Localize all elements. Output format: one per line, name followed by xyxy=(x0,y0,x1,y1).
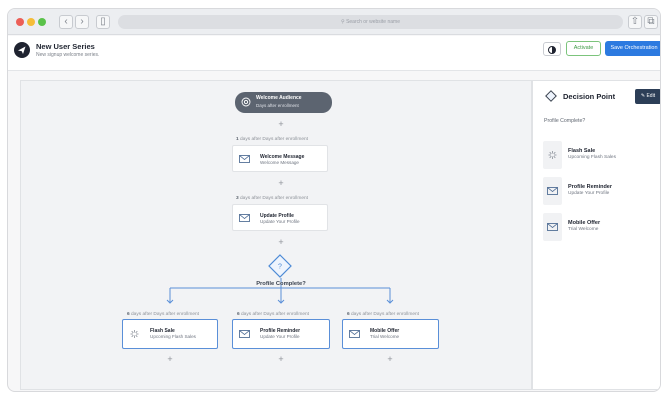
activate-button[interactable]: Activate xyxy=(566,41,601,56)
branch-icon-box xyxy=(543,213,562,241)
forward-arrow-icon[interactable]: › xyxy=(75,15,89,29)
tabs-icon[interactable]: ⧉ xyxy=(644,15,658,29)
browser-window: ‹ › ▯ ⚲ Search or website name ⇧ ⧉ New U… xyxy=(7,8,661,392)
close-window-button[interactable] xyxy=(16,18,24,26)
share-icon[interactable]: ⇧ xyxy=(628,15,642,29)
flow-canvas[interactable]: Welcome Audience Days after enrollment +… xyxy=(20,80,532,390)
branch-card-flash-sale[interactable]: Flash Sale Upcoming Flash Sales xyxy=(122,319,218,349)
branch-subtitle: Update Your Profile xyxy=(568,191,610,196)
add-step-button[interactable]: + xyxy=(276,354,286,364)
branch-icon-box xyxy=(543,177,562,205)
add-step-button[interactable]: + xyxy=(276,178,286,188)
decision-point-node[interactable]: ? xyxy=(268,254,292,278)
branch-delay-label: 6 days after Days after enrollment xyxy=(127,312,200,317)
page-subtitle: New signup welcome series. xyxy=(36,52,100,58)
send-logo-icon xyxy=(14,42,30,58)
panel-branch-item[interactable]: Profile Reminder Update Your Profile xyxy=(543,177,655,205)
branch-subtitle: Update Your Profile xyxy=(260,334,300,339)
step-delay-label: 3 days after Days after enrollment xyxy=(236,196,309,201)
envelope-icon xyxy=(239,213,250,222)
app-header: New User Series New signup welcome serie… xyxy=(8,36,660,71)
envelope-icon xyxy=(239,330,250,338)
branch-icon-box xyxy=(543,141,562,169)
start-node-title: Welcome Audience xyxy=(256,95,302,101)
branch-title: Profile Reminder xyxy=(568,184,613,190)
save-orchestration-button[interactable]: Save Orchestration xyxy=(605,41,660,56)
branch-title: Mobile Offer xyxy=(568,220,601,226)
add-step-button[interactable]: + xyxy=(385,354,395,364)
decision-symbol: ? xyxy=(278,264,282,271)
sidebar-toggle-icon[interactable]: ▯ xyxy=(96,15,110,29)
branch-subtitle: Trial Welcome xyxy=(568,227,599,232)
step-card-update-profile[interactable]: Update Profile Update Your Profile xyxy=(232,204,328,231)
step-subtitle: Welcome Message xyxy=(260,160,299,165)
minimize-window-button[interactable] xyxy=(27,18,35,26)
theme-toggle-button[interactable] xyxy=(543,42,561,56)
back-arrow-icon[interactable]: ‹ xyxy=(59,15,73,29)
browser-toolbar: ‹ › ▯ ⚲ Search or website name ⇧ ⧉ xyxy=(8,9,660,35)
loading-spinner-icon xyxy=(130,330,139,338)
step-subtitle: Update Your Profile xyxy=(260,219,300,224)
envelope-icon xyxy=(547,187,558,195)
branch-subtitle: Upcoming Flash Sales xyxy=(568,155,616,160)
decision-diamond-icon xyxy=(545,90,557,102)
contrast-icon xyxy=(548,46,556,54)
start-node-welcome-audience[interactable]: Welcome Audience Days after enrollment xyxy=(235,92,332,113)
maximize-window-button[interactable] xyxy=(38,18,46,26)
decision-diamond-icon: ? xyxy=(268,254,292,278)
panel-title: Decision Point xyxy=(563,92,616,101)
add-step-button[interactable]: + xyxy=(276,119,286,129)
step-delay-label: 1 days after Days after enrollment xyxy=(236,137,309,142)
start-node-subtitle: Days after enrollment xyxy=(256,103,299,108)
branch-subtitle: Upcoming Flash Sales xyxy=(150,334,196,339)
branch-delay-label: 6 days after Days after enrollment xyxy=(347,312,420,317)
panel-branch-item[interactable]: Flash Sale Upcoming Flash Sales xyxy=(543,141,655,169)
envelope-icon xyxy=(547,223,558,231)
add-step-button[interactable]: + xyxy=(165,354,175,364)
edit-button[interactable]: ✎ Edit xyxy=(635,89,660,104)
step-card-welcome-message[interactable]: Welcome Message Welcome Message xyxy=(232,145,328,172)
panel-branch-item[interactable]: Mobile Offer Trial Welcome xyxy=(543,213,655,241)
branch-card-mobile-offer[interactable]: Mobile Offer Trial Welcome xyxy=(342,319,439,349)
address-bar[interactable]: ⚲ Search or website name xyxy=(118,15,623,29)
address-placeholder: Search or website name xyxy=(346,19,400,25)
decision-label: Profile Complete? xyxy=(256,281,306,287)
panel-question: Profile Complete? xyxy=(544,118,586,124)
audience-target-icon xyxy=(241,97,251,107)
page-title: New User Series xyxy=(36,42,95,51)
envelope-icon xyxy=(349,330,360,338)
add-step-button[interactable]: + xyxy=(276,237,286,247)
decision-point-panel: Decision Point ✎ Edit Profile Complete? … xyxy=(532,80,660,390)
envelope-icon xyxy=(239,154,250,163)
loading-spinner-icon xyxy=(548,151,557,159)
branch-card-profile-reminder[interactable]: Profile Reminder Update Your Profile xyxy=(232,319,330,349)
branch-delay-label: 6 days after Days after enrollment xyxy=(237,312,310,317)
branch-title: Flash Sale xyxy=(568,148,596,154)
branch-subtitle: Trial Welcome xyxy=(370,334,400,339)
